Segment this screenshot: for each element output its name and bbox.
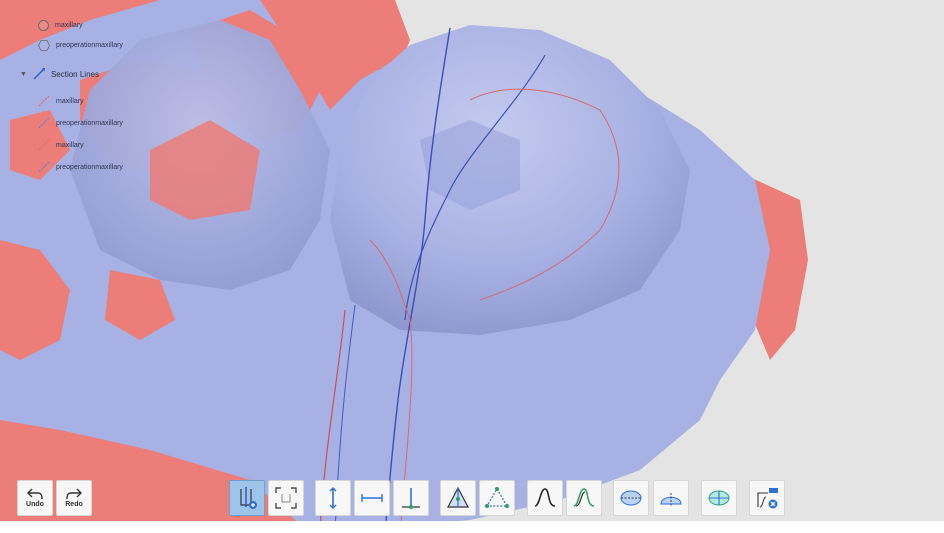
angle-measure-icon	[485, 487, 509, 508]
model-legend: maxillary preoperationmaxillary ▼ Sectio…	[0, 0, 200, 190]
height-distance-button[interactable]	[393, 480, 429, 516]
section-line-icon	[33, 68, 45, 80]
bottom-toolbar: Undo Redo	[0, 478, 944, 520]
cross-section-icon	[708, 490, 730, 506]
horizontal-distance-button[interactable]	[354, 480, 390, 516]
add-section-line-button[interactable]	[229, 480, 265, 516]
section-line-item[interactable]: maxillary	[38, 94, 84, 108]
collapse-arrow-icon[interactable]: ▼	[20, 71, 27, 78]
dome-section-button[interactable]	[653, 480, 689, 516]
redo-icon	[66, 488, 82, 500]
section-line-label: maxillary	[56, 141, 84, 149]
horizontal-distance-icon	[361, 494, 383, 502]
section-lines-group[interactable]: ▼ Section Lines	[20, 67, 99, 81]
legend-label: preoperationmaxillary	[56, 41, 123, 49]
line-icon	[38, 139, 50, 151]
legend-item-maxillary[interactable]: maxillary	[38, 18, 83, 32]
height-distance-icon	[402, 488, 420, 509]
undo-label: Undo	[26, 501, 44, 508]
vertical-distance-button[interactable]	[315, 480, 351, 516]
undo-icon	[27, 488, 43, 500]
curve-profile-button[interactable]	[527, 480, 563, 516]
section-line-label: preoperationmaxillary	[56, 163, 123, 171]
line-icon	[38, 161, 50, 173]
cross-section-button[interactable]	[701, 480, 737, 516]
add-section-icon	[240, 487, 257, 509]
triangle-area-icon	[447, 486, 469, 508]
curve-profile-alt-button[interactable]	[566, 480, 602, 516]
line-icon	[38, 95, 50, 107]
curve-profile-alt-icon	[573, 488, 595, 507]
section-line-item[interactable]: preoperationmaxillary	[38, 160, 123, 174]
clear-section-lines-button[interactable]	[749, 480, 785, 516]
dome-section-icon	[660, 493, 682, 506]
hexagon-icon	[38, 39, 50, 51]
3d-viewport[interactable]: maxillary preoperationmaxillary ▼ Sectio…	[0, 0, 944, 533]
section-line-item[interactable]: maxillary	[38, 138, 84, 152]
fit-view-icon	[275, 487, 297, 509]
section-lines-title: Section Lines	[50, 69, 99, 79]
section-line-label: maxillary	[56, 97, 84, 105]
clear-section-icon	[757, 488, 778, 509]
ellipse-section-button[interactable]	[613, 480, 649, 516]
triangle-area-button[interactable]	[440, 480, 476, 516]
undo-button[interactable]: Undo	[17, 480, 53, 516]
ellipse-section-icon	[620, 490, 642, 506]
line-icon	[38, 117, 50, 129]
redo-button[interactable]: Redo	[56, 480, 92, 516]
vertical-distance-icon	[329, 487, 337, 509]
section-line-item[interactable]: preoperationmaxillary	[38, 116, 123, 130]
curve-profile-icon	[534, 488, 556, 507]
redo-label: Redo	[65, 501, 83, 508]
fit-view-button[interactable]	[268, 480, 304, 516]
angle-measure-button[interactable]	[479, 480, 515, 516]
section-line-label: preoperationmaxillary	[56, 119, 123, 127]
legend-item-preoperationmaxillary[interactable]: preoperationmaxillary	[38, 38, 123, 52]
status-strip	[0, 521, 944, 533]
circle-icon	[38, 19, 49, 31]
legend-label: maxillary	[55, 21, 83, 29]
